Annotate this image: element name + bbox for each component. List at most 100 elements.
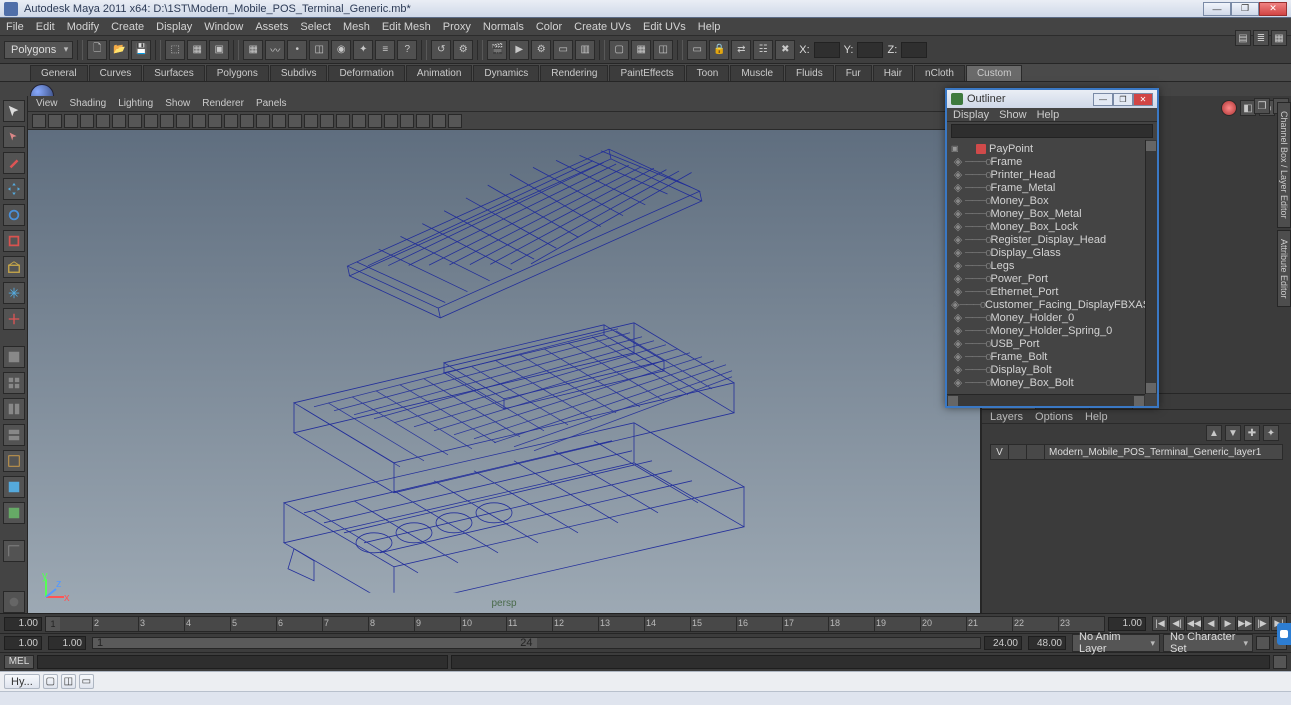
module-selector-dropdown[interactable]: Polygons xyxy=(4,41,73,59)
layer-vis-toggle[interactable]: V xyxy=(991,445,1009,459)
abs-rel-icon[interactable]: ⇄ xyxy=(731,40,751,60)
shelf-tab-subdivs[interactable]: Subdivs xyxy=(270,65,328,81)
show-manip-tool-icon[interactable] xyxy=(3,308,25,330)
sidebar-toggle-1-icon[interactable]: ▤ xyxy=(1235,30,1251,46)
shelf-tab-curves[interactable]: Curves xyxy=(89,65,143,81)
step-back-button[interactable]: ◀◀ xyxy=(1186,616,1202,631)
play-forward-button[interactable]: ▶ xyxy=(1220,616,1236,631)
snap-point-icon[interactable]: • xyxy=(287,40,307,60)
layout-script-icon[interactable] xyxy=(3,502,25,524)
vp-bookmarks-icon[interactable] xyxy=(64,114,78,128)
render-frame-icon[interactable]: 🎬 xyxy=(487,40,507,60)
input-line-icon[interactable]: ▭ xyxy=(687,40,707,60)
op-list-icon[interactable]: ≡ xyxy=(375,40,395,60)
layer-menu-layers[interactable]: Layers xyxy=(990,411,1023,423)
vp-grid-icon[interactable] xyxy=(128,114,142,128)
vp-safe-title-icon[interactable] xyxy=(224,114,238,128)
menu-file[interactable]: File xyxy=(6,21,24,33)
shelf-tab-fur[interactable]: Fur xyxy=(835,65,872,81)
viewport-canvas[interactable]: y x z persp xyxy=(28,130,980,613)
outliner-vscrollbar[interactable] xyxy=(1145,140,1157,394)
layout-single-icon[interactable]: ▢ xyxy=(609,40,629,60)
anim-start-field[interactable]: 1.00 xyxy=(4,636,42,650)
outliner-node-frame_bolt[interactable]: ◈───o Frame_Bolt xyxy=(947,350,1157,363)
paint-select-tool-icon[interactable] xyxy=(3,152,25,174)
hypershade-task-button[interactable]: Hy... xyxy=(4,674,40,689)
layout-custom-icon[interactable] xyxy=(3,540,25,562)
shelf-tab-dynamics[interactable]: Dynamics xyxy=(473,65,539,81)
layout-persp-outliner-icon[interactable] xyxy=(3,450,25,472)
outliner-node-frame_metal[interactable]: ◈───o Frame_Metal xyxy=(947,181,1157,194)
layer-menu-help[interactable]: Help xyxy=(1085,411,1108,423)
vp-isolate-icon[interactable] xyxy=(336,114,350,128)
vp-high-quality-icon[interactable] xyxy=(320,114,334,128)
select-hier-icon[interactable]: ⬚ xyxy=(165,40,185,60)
vp-sep-icon[interactable] xyxy=(400,114,414,128)
outliner-node-frame[interactable]: ◈───o Frame xyxy=(947,155,1157,168)
menu-normals[interactable]: Normals xyxy=(483,21,524,33)
snap-view-icon[interactable]: ✦ xyxy=(353,40,373,60)
snap-grid-icon[interactable]: ▦ xyxy=(243,40,263,60)
outliner-node-money_box[interactable]: ◈───o Money_Box xyxy=(947,194,1157,207)
menu-color[interactable]: Color xyxy=(536,21,562,33)
outliner-node-money_box_bolt[interactable]: ◈───o Money_Box_Bolt xyxy=(947,376,1157,389)
layout-four-icon[interactable]: ▦ xyxy=(631,40,651,60)
outliner-minimize-button[interactable]: — xyxy=(1093,93,1113,106)
soft-mod-tool-icon[interactable] xyxy=(3,282,25,304)
vp-view-cube-icon[interactable] xyxy=(416,114,430,128)
render-globals-icon[interactable]: ⚙ xyxy=(531,40,551,60)
tool-settings-icon[interactable] xyxy=(3,591,25,613)
menu-proxy[interactable]: Proxy xyxy=(443,21,471,33)
shelf-tab-muscle[interactable]: Muscle xyxy=(730,65,784,81)
shelf-tab-painteffects[interactable]: PaintEffects xyxy=(609,65,684,81)
ipr-render-icon[interactable]: ▶ xyxy=(509,40,529,60)
window-maximize-button[interactable]: ❐ xyxy=(1231,2,1259,16)
help-icon[interactable]: ? xyxy=(397,40,417,60)
move-tool-icon[interactable] xyxy=(3,178,25,200)
character-set-dropdown[interactable]: No Character Set xyxy=(1163,634,1253,652)
select-comp-icon[interactable]: ▣ xyxy=(209,40,229,60)
vp-xray-joints-icon[interactable] xyxy=(368,114,382,128)
outliner-menu-show[interactable]: Show xyxy=(999,109,1027,121)
outliner-menu-help[interactable]: Help xyxy=(1037,109,1060,121)
shelf-tab-hair[interactable]: Hair xyxy=(873,65,913,81)
step-forward-key-button[interactable]: |▶ xyxy=(1254,616,1270,631)
outliner-node-customer_facing_displayfbxasc032[interactable]: ◈───o Customer_Facing_DisplayFBXASC032 xyxy=(947,298,1157,311)
clear-icon[interactable]: ✖ xyxy=(775,40,795,60)
outliner-node-ethernet_port[interactable]: ◈───o Ethernet_Port xyxy=(947,285,1157,298)
select-obj-icon[interactable]: ▦ xyxy=(187,40,207,60)
vp-view-axis-icon[interactable] xyxy=(448,114,462,128)
outliner-node-printer_head[interactable]: ◈───o Printer_Head xyxy=(947,168,1157,181)
outliner-title-bar[interactable]: Outliner — ❐ ✕ xyxy=(947,90,1157,108)
outliner-node-money_holder_0[interactable]: ◈───o Money_Holder_0 xyxy=(947,311,1157,324)
vp-view-compass-icon[interactable] xyxy=(432,114,446,128)
sidebar-toggle-2-icon[interactable]: ≣ xyxy=(1253,30,1269,46)
snap-plane-icon[interactable]: ◫ xyxy=(309,40,329,60)
vp-safe-action-icon[interactable] xyxy=(208,114,222,128)
menu-assets[interactable]: Assets xyxy=(255,21,288,33)
menu-help[interactable]: Help xyxy=(698,21,721,33)
vp-lights-icon[interactable] xyxy=(288,114,302,128)
vp-film-gate-icon[interactable] xyxy=(144,114,158,128)
shelf-tab-ncloth[interactable]: nCloth xyxy=(914,65,965,81)
vp-smooth-shade-icon[interactable] xyxy=(256,114,270,128)
outliner-hscrollbar[interactable] xyxy=(947,394,1145,406)
coord-x-input[interactable] xyxy=(814,42,840,58)
outliner-node-register_display_head[interactable]: ◈───o Register_Display_Head xyxy=(947,233,1157,246)
outliner-node-paypoint[interactable]: ▣PayPoint xyxy=(947,142,1157,155)
viewport-menu-show[interactable]: Show xyxy=(165,98,190,109)
current-time-field-right[interactable]: 1.00 xyxy=(1108,617,1146,631)
vtab-channel-box-layer-editor[interactable]: Channel Box / Layer Editor xyxy=(1277,102,1291,228)
restore-panel-icon[interactable]: ❐ xyxy=(1254,98,1270,114)
layout-four-pane-icon[interactable] xyxy=(3,372,25,394)
current-time-field-left[interactable]: 1.00 xyxy=(4,617,42,631)
shelf-tab-fluids[interactable]: Fluids xyxy=(785,65,834,81)
outliner-window[interactable]: Outliner — ❐ ✕ DisplayShowHelp ▣PayPoint… xyxy=(945,88,1159,408)
time-slider[interactable]: 1234567891011121314151617181920212223241 xyxy=(45,616,1105,632)
task-layout-2-icon[interactable]: ◫ xyxy=(61,674,76,689)
step-back-key-button[interactable]: ◀| xyxy=(1169,616,1185,631)
window-minimize-button[interactable]: — xyxy=(1203,2,1231,16)
playback-start-field[interactable]: 1.00 xyxy=(48,636,86,650)
layer-move-up-icon[interactable]: ▲ xyxy=(1206,425,1222,441)
anim-end-field[interactable]: 48.00 xyxy=(1028,636,1066,650)
